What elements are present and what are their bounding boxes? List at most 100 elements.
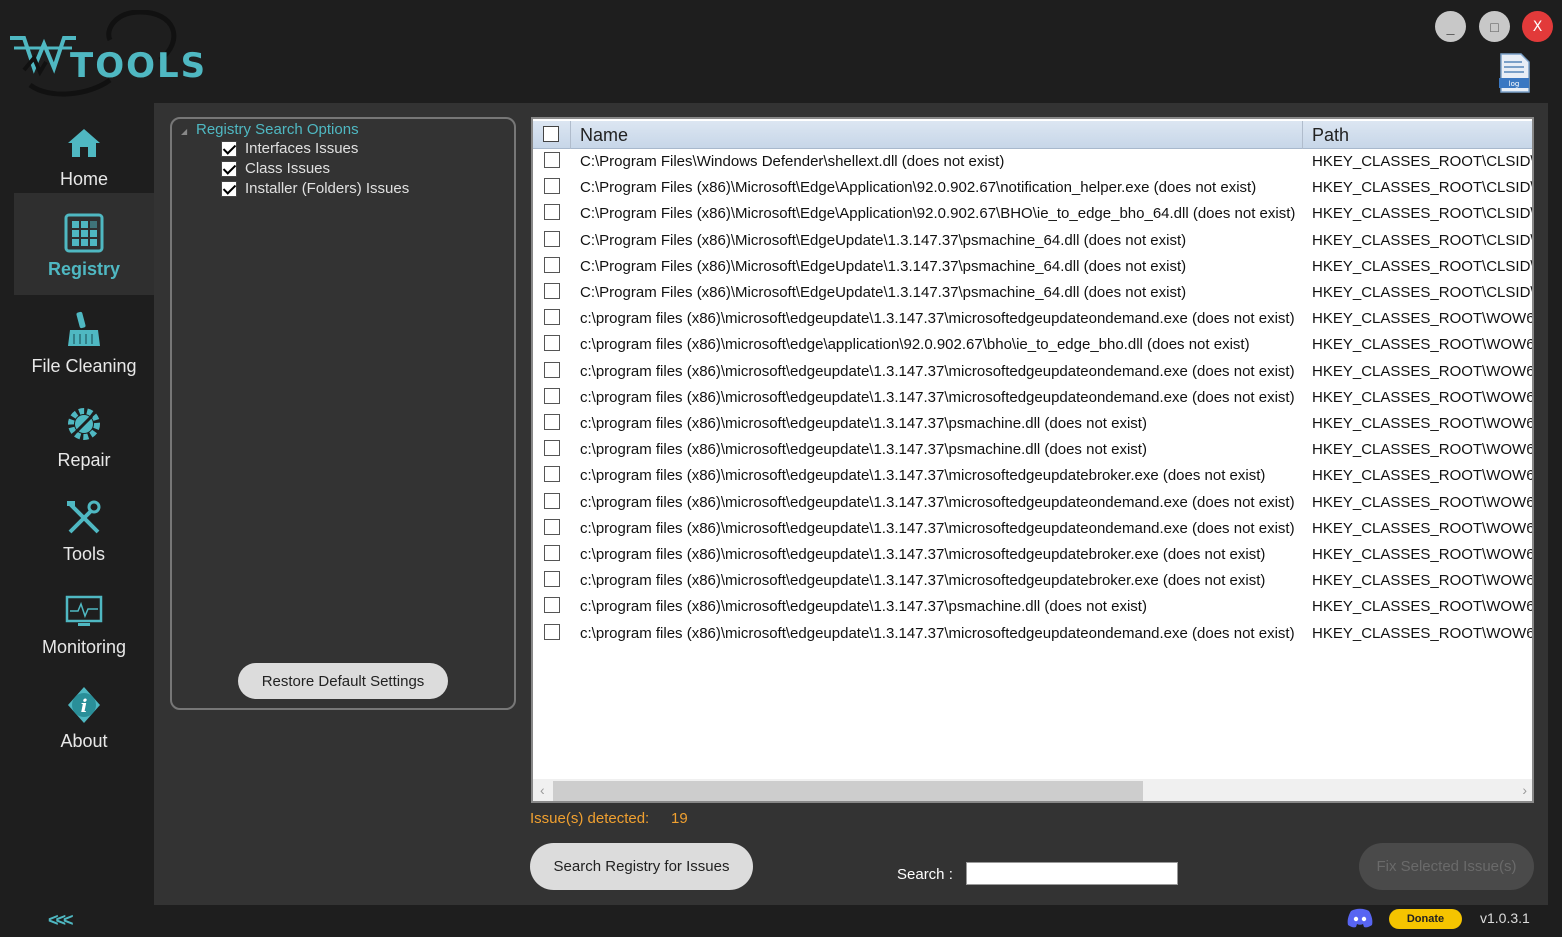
row-path: HKEY_CLASSES_ROOT\WOW6432 bbox=[1312, 493, 1534, 511]
row-checkbox[interactable] bbox=[544, 545, 560, 561]
maximize-button[interactable]: □ bbox=[1479, 11, 1510, 42]
scrollbar-thumb[interactable] bbox=[553, 781, 1143, 801]
donate-button[interactable]: Donate bbox=[1389, 909, 1462, 929]
sidebar-item-label: Tools bbox=[62, 544, 106, 564]
column-header-name[interactable]: Name bbox=[580, 121, 628, 149]
row-path: HKEY_CLASSES_ROOT\CLSID\{A53 bbox=[1312, 257, 1534, 275]
table-row[interactable]: c:\program files (x86)\microsoft\edgeupd… bbox=[533, 463, 1532, 489]
row-checkbox[interactable] bbox=[544, 518, 560, 535]
table-row[interactable]: c:\program files (x86)\microsoft\edgeupd… bbox=[533, 621, 1532, 647]
row-checkbox[interactable] bbox=[544, 283, 560, 299]
sidebar: Home Registry File Cleaning Repair Tools… bbox=[14, 103, 154, 803]
log-file-icon[interactable]: log bbox=[1497, 52, 1531, 94]
scroll-right-icon[interactable]: › bbox=[1522, 782, 1527, 798]
table-row[interactable]: c:\program files (x86)\microsoft\edgeupd… bbox=[533, 359, 1534, 385]
sidebar-item-label: Registry bbox=[47, 259, 121, 279]
sidebar-item-file-cleaning[interactable]: File Cleaning bbox=[14, 310, 154, 377]
gear-icon bbox=[68, 408, 100, 440]
sidebar-item-tools[interactable]: Tools bbox=[14, 498, 154, 565]
row-checkbox[interactable] bbox=[544, 571, 560, 588]
horizontal-scrollbar[interactable]: ‹ › bbox=[533, 779, 1532, 801]
row-checkbox[interactable] bbox=[544, 387, 560, 404]
tree-collapse-icon[interactable]: ◢ bbox=[181, 127, 187, 136]
search-registry-button[interactable]: Search Registry for Issues bbox=[530, 843, 753, 890]
row-checkbox[interactable] bbox=[544, 230, 560, 247]
version-label: v1.0.3.1 bbox=[1480, 910, 1530, 926]
table-row[interactable]: c:\program files (x86)\microsoft\edgeupd… bbox=[533, 594, 1534, 620]
select-all-checkbox[interactable] bbox=[543, 126, 559, 142]
sidebar-item-label: Monitoring bbox=[41, 637, 127, 657]
table-row[interactable]: C:\Program Files\Windows Defender\shelle… bbox=[533, 149, 1532, 175]
sidebar-item-about[interactable]: i About bbox=[14, 685, 154, 752]
search-input[interactable] bbox=[966, 862, 1178, 885]
row-path: HKEY_CLASSES_ROOT\WOW6432 bbox=[1312, 362, 1534, 380]
row-checkbox[interactable] bbox=[544, 492, 560, 509]
table-row[interactable]: c:\program files (x86)\microsoft\edgeupd… bbox=[533, 542, 1534, 568]
row-name: c:\program files (x86)\microsoft\edgeupd… bbox=[580, 546, 1266, 563]
tools-icon bbox=[67, 500, 101, 534]
row-name: c:\program files (x86)\microsoft\edgeupd… bbox=[580, 493, 1295, 511]
row-checkbox[interactable] bbox=[544, 623, 560, 640]
option-installer-issues[interactable]: Installer (Folders) Issues bbox=[221, 180, 409, 197]
sidebar-item-home[interactable]: Home bbox=[14, 123, 154, 190]
row-path: HKEY_CLASSES_ROOT\WOW6432 bbox=[1312, 415, 1534, 432]
column-separator[interactable] bbox=[570, 121, 571, 149]
restore-default-button[interactable]: Restore Default Settings bbox=[238, 663, 448, 699]
row-path: HKEY_CLASSES_ROOT\WOW6432 bbox=[1312, 598, 1534, 616]
minimize-button[interactable]: _ bbox=[1435, 11, 1466, 42]
table-row[interactable]: c:\program files (x86)\microsoft\edgeupd… bbox=[533, 306, 1532, 332]
table-row[interactable]: c:\program files (x86)\microsoft\edge\ap… bbox=[533, 332, 1532, 358]
sidebar-item-monitoring[interactable]: Monitoring bbox=[14, 591, 154, 658]
option-checkbox[interactable] bbox=[221, 180, 237, 197]
row-checkbox[interactable] bbox=[544, 204, 560, 221]
row-path: HKEY_CLASSES_ROOT\CLSID\{9E8 bbox=[1312, 284, 1534, 301]
row-checkbox[interactable] bbox=[544, 440, 560, 457]
row-name: C:\Program Files (x86)\Microsoft\EdgeUpd… bbox=[580, 284, 1187, 301]
row-checkbox[interactable] bbox=[544, 466, 560, 483]
option-class-issues[interactable]: Class Issues bbox=[221, 160, 330, 177]
issues-count: 19 bbox=[671, 810, 688, 827]
collapse-sidebar-icon[interactable]: <<< bbox=[48, 910, 73, 931]
discord-icon[interactable] bbox=[1347, 908, 1373, 928]
row-name: C:\Program Files (x86)\Microsoft\Edge\Ap… bbox=[580, 205, 1296, 223]
search-label: Search : bbox=[897, 866, 953, 883]
table-row[interactable]: C:\Program Files (x86)\Microsoft\EdgeUpd… bbox=[533, 254, 1534, 280]
row-checkbox[interactable] bbox=[544, 414, 560, 430]
column-header-path[interactable]: Path bbox=[1312, 121, 1349, 149]
table-row[interactable]: c:\program files (x86)\microsoft\edgeupd… bbox=[533, 437, 1532, 463]
broom-icon bbox=[68, 311, 100, 346]
sidebar-item-registry[interactable]: Registry bbox=[14, 193, 154, 295]
row-checkbox[interactable] bbox=[544, 335, 560, 352]
close-button[interactable]: X bbox=[1522, 11, 1553, 42]
table-row[interactable]: C:\Program Files (x86)\Microsoft\Edge\Ap… bbox=[533, 175, 1532, 201]
row-checkbox[interactable] bbox=[544, 361, 560, 378]
row-name: c:\program files (x86)\microsoft\edgeupd… bbox=[580, 598, 1147, 616]
scroll-left-icon[interactable]: ‹ bbox=[540, 782, 545, 798]
option-checkbox[interactable] bbox=[221, 140, 237, 157]
sidebar-item-repair[interactable]: Repair bbox=[14, 404, 154, 471]
row-path: HKEY_CLASSES_ROOT\CLSID\{1FD bbox=[1312, 205, 1534, 223]
row-checkbox[interactable] bbox=[544, 597, 560, 614]
issues-detected-label: Issue(s) detected: bbox=[530, 810, 650, 827]
table-row[interactable]: C:\Program Files (x86)\Microsoft\EdgeUpd… bbox=[533, 280, 1534, 306]
table-row[interactable]: c:\program files (x86)\microsoft\edgeupd… bbox=[533, 411, 1534, 437]
table-row[interactable]: c:\program files (x86)\microsoft\edgeupd… bbox=[533, 490, 1534, 516]
row-checkbox[interactable] bbox=[544, 256, 560, 273]
table-row[interactable]: c:\program files (x86)\microsoft\edgeupd… bbox=[533, 516, 1532, 542]
table-row[interactable]: c:\program files (x86)\microsoft\edgeupd… bbox=[533, 568, 1532, 594]
column-separator[interactable] bbox=[1302, 121, 1303, 149]
table-row[interactable]: c:\program files (x86)\microsoft\edgeupd… bbox=[533, 385, 1532, 411]
option-interfaces-issues[interactable]: Interfaces Issues bbox=[221, 140, 358, 157]
home-icon bbox=[68, 129, 100, 157]
option-checkbox[interactable] bbox=[221, 160, 237, 177]
fix-selected-button[interactable]: Fix Selected Issue(s) bbox=[1359, 843, 1534, 890]
row-name: c:\program files (x86)\microsoft\edgeupd… bbox=[580, 624, 1295, 642]
row-checkbox[interactable] bbox=[544, 152, 560, 168]
table-row[interactable]: C:\Program Files (x86)\Microsoft\EdgeUpd… bbox=[533, 228, 1532, 254]
row-checkbox[interactable] bbox=[544, 178, 560, 195]
row-checkbox[interactable] bbox=[544, 309, 560, 326]
row-name: c:\program files (x86)\microsoft\edgeupd… bbox=[580, 572, 1266, 590]
table-row[interactable]: C:\Program Files (x86)\Microsoft\Edge\Ap… bbox=[533, 201, 1534, 227]
tree-root-label[interactable]: Registry Search Options bbox=[196, 121, 359, 138]
row-path: HKEY_CLASSES_ROOT\WOW6432 bbox=[1312, 546, 1534, 563]
